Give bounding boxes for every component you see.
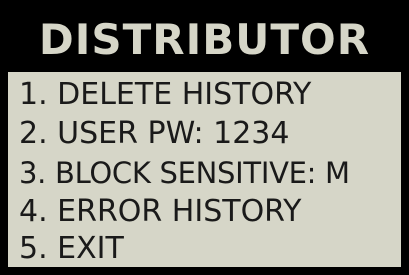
lcd-display: DISTRIBUTOR 1. DELETE HISTORY 2. USER PW… — [0, 0, 409, 275]
menu-item-delete-history[interactable]: 1. DELETE HISTORY — [19, 76, 311, 114]
menu-item-user-password[interactable]: 2. USER PW: 1234 — [19, 115, 289, 153]
menu-item-exit[interactable]: 5. EXIT — [19, 230, 124, 268]
title-bar: DISTRIBUTOR — [8, 8, 401, 72]
menu-item-block-sensitive[interactable]: 3. BLOCK SENSITIVE: M — [19, 154, 350, 192]
screen-title: DISTRIBUTOR — [38, 15, 371, 64]
lcd-screen: DISTRIBUTOR 1. DELETE HISTORY 2. USER PW… — [8, 8, 401, 267]
menu-item-error-history[interactable]: 4. ERROR HISTORY — [19, 193, 301, 231]
